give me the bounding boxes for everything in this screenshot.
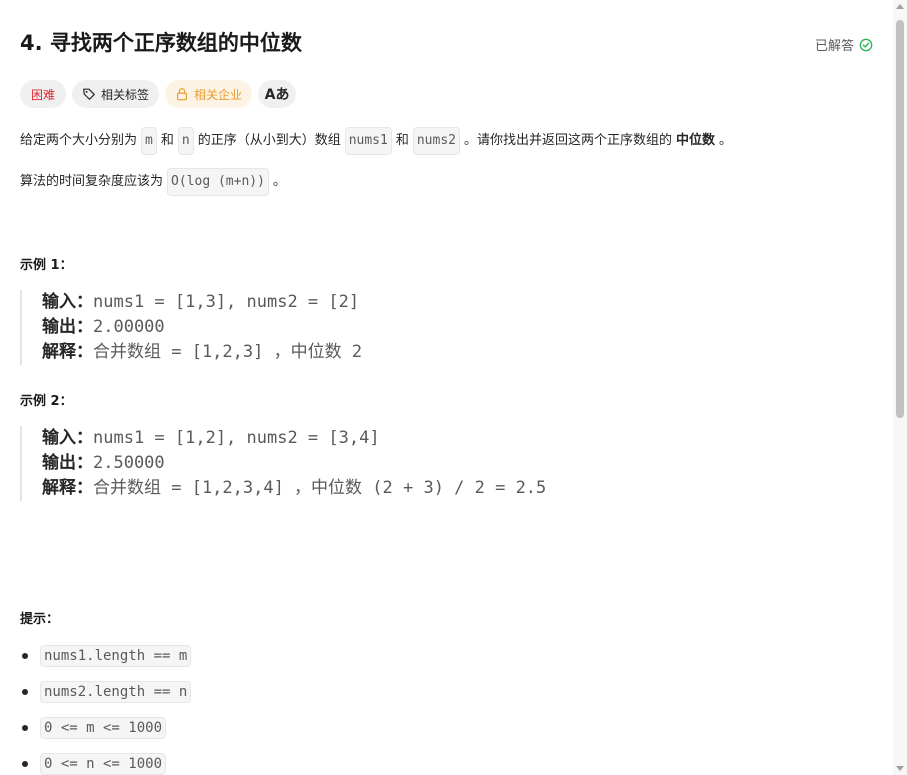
constraint-code: 0 <= n <= 1000 [40, 753, 167, 775]
tag-bar: 困难 相关标签 相关企业 Aあ [20, 80, 297, 108]
example-1-title: 示例 1： [20, 258, 73, 273]
desc-text: 和 [395, 133, 409, 148]
description-paragraph-1: 给定两个大小分别为 m 和 n 的正序（从小到大）数组 nums1 和 nums… [20, 127, 732, 155]
constraint-item: nums2.length == n [22, 681, 192, 703]
bullet-icon [22, 725, 28, 731]
tag-icon [83, 88, 95, 100]
related-companies-label: 相关企业 [194, 87, 243, 102]
desc-text: 。请你找出并返回这两个正序数组的 [464, 133, 673, 148]
translate-icon: Aあ [264, 87, 290, 103]
input-value: nums1 = [1,3], nums2 = [2] [93, 292, 360, 312]
input-label: 输入： [42, 428, 93, 448]
desc-text: 和 [160, 133, 174, 148]
desc-text: 给定两个大小分别为 [20, 133, 138, 148]
constraint-item: 0 <= n <= 1000 [22, 753, 167, 775]
desc-text: 。 [719, 133, 733, 148]
lock-icon [177, 88, 188, 101]
problem-title[interactable]: 4. 寻找两个正序数组的中位数 [20, 28, 873, 58]
desc-text: 算法的时间复杂度应该为 [20, 174, 164, 189]
constraint-item: nums1.length == m [22, 645, 192, 667]
related-companies-button[interactable]: 相关企业 [165, 80, 253, 108]
inline-code: n [177, 127, 194, 155]
example-2-explanation: 解释：合并数组 = [1,2,3,4] ，中位数 (2 + 3) / 2 = 2… [42, 476, 546, 501]
scroll-up-arrow-icon[interactable] [896, 4, 904, 9]
example-1-input: 输入：nums1 = [1,3], nums2 = [2] [42, 290, 362, 315]
vertical-scrollbar[interactable] [893, 0, 907, 775]
bullet-icon [22, 689, 28, 695]
explanation-label: 解释： [42, 478, 93, 498]
constraint-code: 0 <= m <= 1000 [40, 717, 167, 739]
example-1-block: 输入：nums1 = [1,3], nums2 = [2] 输出：2.00000… [20, 290, 362, 365]
desc-bold-text: 中位数 [676, 133, 716, 148]
difficulty-badge[interactable]: 困难 [20, 80, 67, 108]
explanation-label: 解释： [42, 342, 93, 362]
bullet-icon [22, 761, 28, 767]
output-label: 输出： [42, 317, 93, 337]
input-value: nums1 = [1,2], nums2 = [3,4] [93, 428, 380, 448]
output-label: 输出： [42, 453, 93, 473]
problem-description-panel: 4. 寻找两个正序数组的中位数 已解答 困难 相关标签 相关企业 Aあ 给定两个… [0, 0, 893, 775]
constraint-code: nums2.length == n [40, 681, 192, 703]
explanation-value: 合并数组 = [1,2,3] ，中位数 2 [93, 342, 363, 362]
inline-code: nums2 [412, 127, 460, 155]
example-1-explanation: 解释：合并数组 = [1,2,3] ，中位数 2 [42, 340, 362, 365]
scroll-down-arrow-icon[interactable] [896, 766, 904, 771]
description-paragraph-2: 算法的时间复杂度应该为 O(log (m+n)) 。 [20, 168, 286, 196]
example-2-output: 输出：2.50000 [42, 451, 546, 476]
related-tags-button[interactable]: 相关标签 [72, 80, 160, 108]
difficulty-label: 困难 [31, 87, 56, 102]
translate-button[interactable]: Aあ [258, 80, 297, 108]
output-value: 2.50000 [93, 453, 165, 473]
inline-code: O(log (m+n)) [167, 168, 269, 196]
constraint-item: 0 <= m <= 1000 [22, 717, 167, 739]
desc-text: 。 [272, 174, 286, 189]
input-label: 输入： [42, 292, 93, 312]
solved-status-label: 已解答 [814, 39, 854, 54]
scrollbar-thumb[interactable] [896, 20, 904, 418]
constraints-title: 提示： [20, 612, 60, 627]
title-row: 4. 寻找两个正序数组的中位数 已解答 [20, 28, 873, 58]
output-value: 2.00000 [93, 317, 165, 337]
bullet-icon [22, 653, 28, 659]
example-2-title: 示例 2： [20, 394, 73, 409]
check-circle-icon [859, 38, 873, 51]
desc-text: 的正序（从小到大）数组 [197, 133, 341, 148]
solved-status: 已解答 [815, 35, 873, 54]
related-tags-label: 相关标签 [101, 87, 150, 102]
example-2-block: 输入：nums1 = [1,2], nums2 = [3,4] 输出：2.500… [20, 426, 546, 501]
inline-code: m [141, 127, 157, 155]
example-1-output: 输出：2.00000 [42, 315, 362, 340]
inline-code: nums1 [344, 127, 392, 155]
example-2-input: 输入：nums1 = [1,2], nums2 = [3,4] [42, 426, 546, 451]
constraint-code: nums1.length == m [40, 645, 192, 667]
explanation-value: 合并数组 = [1,2,3,4] ，中位数 (2 + 3) / 2 = 2.5 [93, 478, 547, 498]
